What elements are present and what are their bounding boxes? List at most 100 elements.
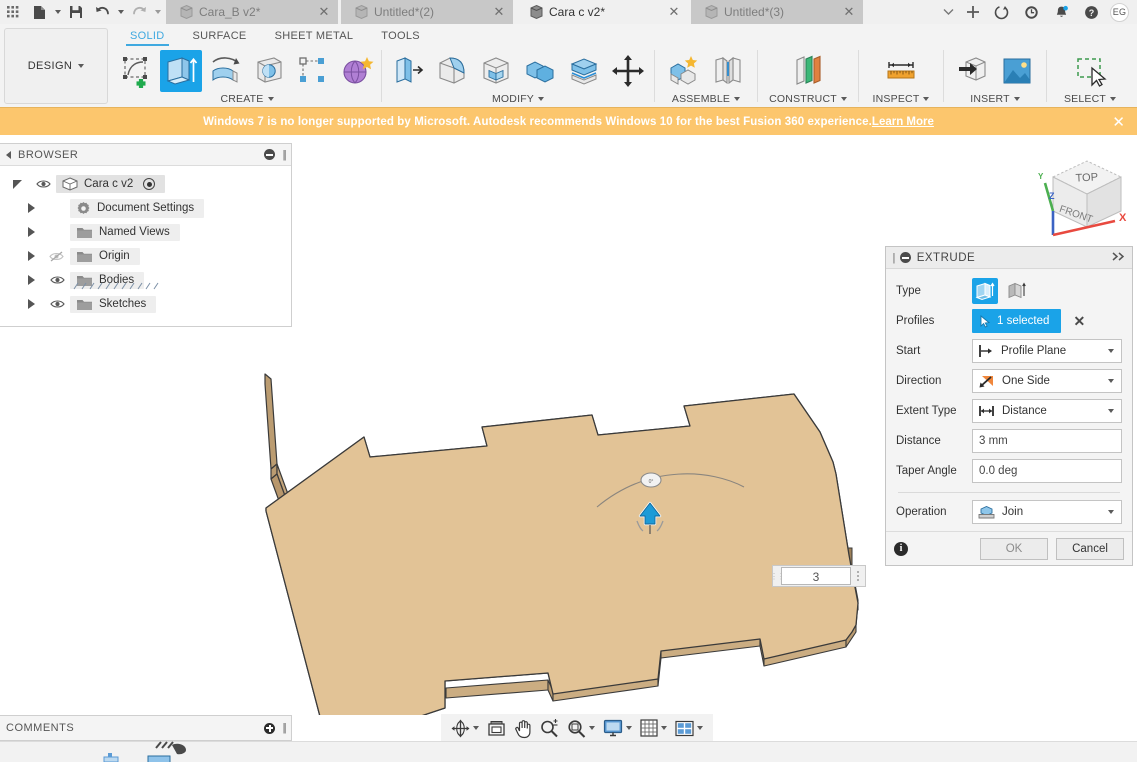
avatar[interactable]: EG [1110,2,1129,22]
activate-component-radio[interactable] [143,178,156,190]
expander-closed-icon[interactable] [18,227,44,237]
chevron-down-icon[interactable] [1103,409,1119,413]
press-pull-icon[interactable] [387,50,429,92]
create-sketch-icon[interactable] [116,50,158,92]
chevron-down-icon[interactable] [1103,349,1119,353]
redo-caret-icon[interactable] [152,0,163,24]
extrude-dialog-header[interactable]: || EXTRUDE [886,247,1132,269]
undo-icon[interactable] [89,0,115,24]
browser-item-document-settings[interactable]: Document Settings [0,196,291,220]
tab-overflow-chevron-down-icon[interactable] [936,0,960,24]
pan-icon[interactable] [510,716,536,740]
tab-surface[interactable]: SURFACE [179,30,261,46]
minus-circle-icon[interactable] [264,149,276,160]
orbit-icon[interactable] [447,716,483,740]
visibility-eye-icon[interactable] [30,179,56,189]
start-dropdown[interactable]: Profile Plane [972,339,1122,363]
taper-angle-input[interactable]: 0.0 deg [972,459,1122,483]
create-form-icon[interactable] [336,50,378,92]
document-tab-1[interactable]: Untitled*(2) ✕ [341,0,513,24]
redo-icon[interactable] [126,0,152,24]
split-face-icon[interactable] [563,50,605,92]
document-tab-2[interactable]: Cara c v2* ✕ [516,0,688,24]
visibility-eye-off-icon[interactable] [44,250,70,262]
drag-grip-icon[interactable]: ⋮⋮ [770,566,785,586]
new-tab-plus-icon[interactable] [960,0,986,24]
expander-closed-icon[interactable] [18,299,44,309]
cancel-button[interactable]: Cancel [1056,537,1124,560]
ribbon-group-label-inspect[interactable]: INSPECT [873,93,930,105]
view-cube[interactable]: TOP FRONT Z X Y [1031,149,1131,245]
visibility-eye-icon[interactable] [44,299,70,309]
browser-item-origin[interactable]: Origin [0,244,291,268]
notifications-bell-icon[interactable] [1046,0,1076,24]
document-tab-0[interactable]: Cara_B v2* ✕ [166,0,338,24]
expander-closed-icon[interactable] [18,251,44,261]
tab-tools[interactable]: TOOLS [367,30,434,46]
tab-sheet-metal[interactable]: SHEET METAL [261,30,368,46]
panel-grip-icon[interactable]: ||| [282,149,286,161]
ribbon-group-label-create[interactable]: CREATE [220,93,274,105]
plus-circle-icon[interactable] [264,722,276,734]
close-icon[interactable]: ✕ [1112,113,1125,131]
close-icon[interactable]: ✕ [491,4,507,20]
workspace-switcher-design[interactable]: DESIGN [4,28,108,104]
extrude-profile-icon[interactable] [972,278,998,304]
sweep-icon[interactable] [248,50,290,92]
expander-open-icon[interactable] [4,179,30,189]
canvas-image-icon[interactable] [996,50,1038,92]
shell-icon[interactable] [475,50,517,92]
learn-more-link[interactable]: Learn More [872,116,934,128]
save-icon[interactable] [63,0,89,24]
measure-icon[interactable] [880,50,922,92]
close-icon[interactable]: ✕ [841,4,857,20]
visibility-eye-icon[interactable] [44,275,70,285]
job-status-icon[interactable] [986,0,1016,24]
operation-dropdown[interactable]: Join [972,500,1122,524]
browser-item-named-views[interactable]: Named Views [0,220,291,244]
close-icon[interactable]: ✕ [666,4,682,20]
chevron-down-icon[interactable] [589,726,595,730]
close-icon[interactable]: ✕ [316,4,332,20]
help-icon[interactable]: ? [1076,0,1106,24]
browser-item-bodies[interactable]: Bodies [0,268,291,292]
chevron-down-icon[interactable] [626,726,632,730]
grid-snaps-icon[interactable] [636,716,671,740]
undo-caret-icon[interactable] [115,0,126,24]
extrude-icon[interactable] [160,50,202,92]
look-at-icon[interactable] [483,716,510,740]
fillet-icon[interactable] [431,50,473,92]
chevron-down-icon[interactable] [473,726,479,730]
apps-grid-icon[interactable] [0,0,26,24]
profiles-selection-button[interactable]: 1 selected [972,309,1062,333]
new-file-caret-icon[interactable] [52,0,63,24]
ribbon-group-label-assemble[interactable]: ASSEMBLE [672,93,741,105]
chevron-down-icon[interactable] [697,726,703,730]
extent-type-dropdown[interactable]: Distance [972,399,1122,423]
ok-button[interactable]: OK [980,537,1048,560]
offset-plane-icon[interactable] [787,50,829,92]
ribbon-group-label-insert[interactable]: INSERT [970,93,1020,105]
overflow-dots-icon[interactable] [851,566,865,586]
display-settings-icon[interactable] [599,716,636,740]
expander-closed-icon[interactable] [18,275,44,285]
extrude-surface-icon[interactable] [1004,278,1030,304]
collapse-arrow-icon[interactable] [6,150,11,159]
chevron-down-icon[interactable] [661,726,667,730]
chevron-down-icon[interactable] [1103,379,1119,383]
select-window-icon[interactable] [1069,50,1111,92]
distance-input[interactable]: 3 mm [972,429,1122,453]
ribbon-group-label-modify[interactable]: MODIFY [492,93,545,105]
zoom-icon[interactable] [536,716,563,740]
ribbon-group-label-select[interactable]: SELECT [1064,93,1117,105]
new-component-icon[interactable] [663,50,705,92]
pattern-icon[interactable] [292,50,334,92]
combine-icon[interactable] [519,50,561,92]
ribbon-group-label-construct[interactable]: CONSTRUCT [769,93,847,105]
browser-item-sketches[interactable]: Sketches [0,292,291,316]
direction-dropdown[interactable]: One Side [972,369,1122,393]
document-tab-3[interactable]: Untitled*(3) ✕ [691,0,863,24]
tab-solid[interactable]: SOLID [116,30,179,46]
dialog-grip-icon[interactable]: || [892,252,895,264]
revolve-icon[interactable] [204,50,246,92]
